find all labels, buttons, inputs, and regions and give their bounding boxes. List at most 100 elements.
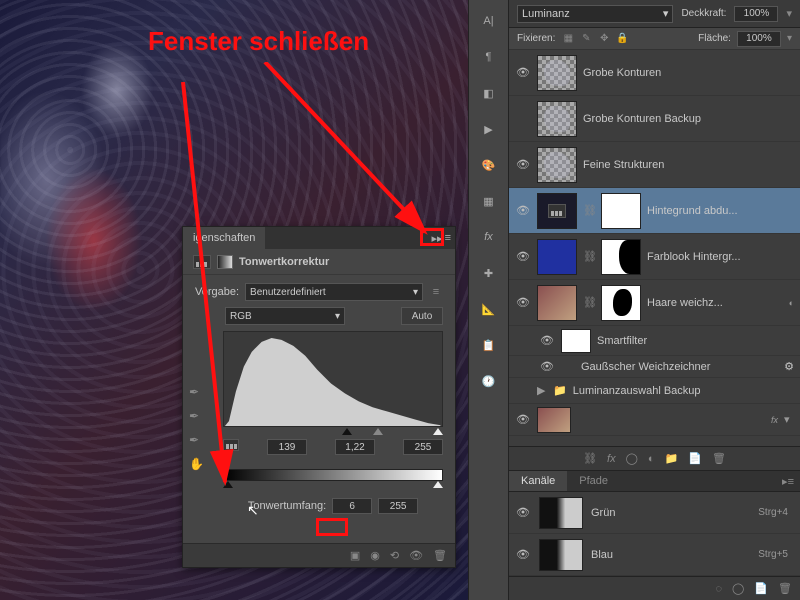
- toggle-visibility-icon[interactable]: 👁: [409, 549, 423, 562]
- layer-row[interactable]: 👁 ⛓ Farblook Hintergr...: [509, 234, 800, 280]
- histogram[interactable]: [223, 331, 443, 427]
- auto-button[interactable]: Auto: [401, 307, 443, 325]
- type-panel-icon[interactable]: A|: [478, 10, 500, 32]
- layer-thumb[interactable]: [537, 147, 577, 183]
- layer-name[interactable]: Grobe Konturen: [583, 67, 794, 79]
- preset-select[interactable]: Benutzerdefiniert▾: [245, 283, 423, 301]
- mask-thumb[interactable]: [601, 193, 641, 229]
- link-icon[interactable]: ⛓: [583, 204, 595, 217]
- delete-layer-icon[interactable]: 🗑: [712, 452, 726, 465]
- fx-expand-icon[interactable]: ▾: [784, 413, 794, 426]
- filter-mask-thumb[interactable]: [561, 329, 591, 353]
- black-point-input[interactable]: [267, 439, 307, 455]
- white-point-slider[interactable]: [433, 428, 443, 435]
- channels-tab[interactable]: Kanäle: [509, 471, 567, 491]
- layer-name[interactable]: Farblook Hintergr...: [647, 251, 794, 263]
- filter-settings-icon[interactable]: ⚙: [784, 360, 794, 373]
- white-point-input[interactable]: [403, 439, 443, 455]
- blend-mode-select[interactable]: Luminanz▾: [517, 5, 673, 23]
- lock-position-icon[interactable]: ✥: [597, 32, 611, 46]
- panel-menu-icon[interactable]: ▸≡: [776, 475, 800, 488]
- notes-panel-icon[interactable]: 📋: [478, 334, 500, 356]
- paragraph-panel-icon[interactable]: ¶: [478, 46, 500, 68]
- output-high-slider[interactable]: [433, 481, 443, 488]
- channel-thumb[interactable]: [539, 497, 583, 529]
- layer-name[interactable]: Hintegrund abdu...: [647, 205, 794, 217]
- layer-thumb[interactable]: [537, 101, 577, 137]
- layer-row[interactable]: 👁 ⛓ Haare weichz... ◐: [509, 280, 800, 326]
- new-group-icon[interactable]: 📁: [665, 452, 679, 465]
- play-panel-icon[interactable]: ▶: [478, 118, 500, 140]
- midtone-slider[interactable]: [373, 428, 383, 435]
- save-selection-icon[interactable]: ◯: [732, 582, 744, 595]
- clone-panel-icon[interactable]: ◧: [478, 82, 500, 104]
- swatches-panel-icon[interactable]: 🎨: [478, 154, 500, 176]
- layer-fx-icon[interactable]: fx: [607, 453, 616, 465]
- delete-channel-icon[interactable]: 🗑: [778, 582, 792, 595]
- new-channel-icon[interactable]: 📄: [754, 582, 768, 595]
- layer-thumb[interactable]: [537, 55, 577, 91]
- visibility-toggle-icon[interactable]: 👁: [515, 295, 531, 311]
- channel-row[interactable]: 👁 Blau Strg+5: [509, 534, 800, 576]
- new-adjustment-icon[interactable]: ◐: [648, 453, 655, 465]
- midtone-input[interactable]: [335, 439, 375, 455]
- add-mask-icon[interactable]: ◯: [626, 452, 638, 465]
- load-selection-icon[interactable]: ◌: [715, 583, 722, 595]
- visibility-toggle-icon[interactable]: 👁: [515, 505, 531, 521]
- styles-panel-icon[interactable]: ▦: [478, 190, 500, 212]
- new-layer-icon[interactable]: 📄: [688, 452, 702, 465]
- mask-thumb[interactable]: [601, 285, 641, 321]
- visibility-toggle-icon[interactable]: 👁: [515, 249, 531, 265]
- visibility-toggle-icon[interactable]: 👁: [515, 157, 531, 173]
- trash-icon[interactable]: 🗑: [433, 549, 447, 562]
- layer-row[interactable]: 👁 fx ▾: [509, 404, 800, 436]
- measure-panel-icon[interactable]: 📐: [478, 298, 500, 320]
- output-slider-track[interactable]: [223, 481, 443, 488]
- visibility-toggle-icon[interactable]: 👁: [515, 203, 531, 219]
- previous-state-icon[interactable]: ◉: [370, 549, 380, 562]
- layer-row[interactable]: Grobe Konturen Backup: [509, 96, 800, 142]
- visibility-toggle-icon[interactable]: 👁: [515, 65, 531, 81]
- smartfilter-item-row[interactable]: 👁 Gaußscher Weichzeichner ⚙: [509, 356, 800, 378]
- link-icon[interactable]: ⛓: [583, 250, 595, 263]
- link-icon[interactable]: ⛓: [583, 296, 595, 309]
- clip-icon[interactable]: ▣: [350, 549, 360, 562]
- layer-row[interactable]: 👁 Grobe Konturen: [509, 50, 800, 96]
- visibility-toggle-icon[interactable]: 👁: [539, 333, 555, 349]
- layer-thumb[interactable]: [537, 407, 571, 433]
- lock-transparency-icon[interactable]: ▦: [561, 32, 575, 46]
- history-panel-icon[interactable]: 🕐: [478, 370, 500, 392]
- preset-menu-icon[interactable]: ≡: [429, 286, 443, 298]
- paths-tab[interactable]: Pfade: [567, 471, 620, 491]
- info-panel-icon[interactable]: ✚: [478, 262, 500, 284]
- visibility-toggle-icon[interactable]: 👁: [539, 359, 555, 375]
- layer-name[interactable]: Grobe Konturen Backup: [583, 113, 794, 125]
- output-low-input[interactable]: [332, 498, 372, 514]
- channel-thumb[interactable]: [539, 539, 583, 571]
- opacity-input[interactable]: 100%: [734, 6, 778, 22]
- link-layers-icon[interactable]: ⛓: [583, 452, 597, 465]
- visibility-toggle-icon[interactable]: [515, 383, 531, 399]
- layers-list[interactable]: 👁 Grobe Konturen Grobe Konturen Backup 👁…: [509, 50, 800, 446]
- layer-row[interactable]: 👁 Feine Strukturen: [509, 142, 800, 188]
- mask-thumb[interactable]: [601, 239, 641, 275]
- group-name[interactable]: Luminanzauswahl Backup: [573, 385, 794, 397]
- lock-paint-icon[interactable]: ✎: [579, 32, 593, 46]
- input-slider-track[interactable]: [223, 428, 443, 435]
- layer-name[interactable]: Haare weichz...: [647, 297, 783, 309]
- fx-badge[interactable]: ◐: [789, 298, 794, 308]
- output-gradient[interactable]: [223, 469, 443, 481]
- layer-group-row[interactable]: ▶ 📁 Luminanzauswahl Backup: [509, 378, 800, 404]
- group-expand-icon[interactable]: ▶: [537, 384, 547, 397]
- channels-list[interactable]: 👁 Grün Strg+4 👁 Blau Strg+5: [509, 492, 800, 576]
- fx-label[interactable]: fx: [771, 415, 778, 425]
- visibility-toggle-icon[interactable]: [515, 111, 531, 127]
- smartfilter-name[interactable]: Gaußscher Weichzeichner: [561, 361, 778, 373]
- smartfilter-row[interactable]: 👁 Smartfilter: [509, 326, 800, 356]
- visibility-toggle-icon[interactable]: 👁: [515, 547, 531, 563]
- layer-row[interactable]: 👁 ⛓ Hintegrund abdu...: [509, 188, 800, 234]
- reset-icon[interactable]: ⟲: [390, 549, 399, 562]
- channel-row[interactable]: 👁 Grün Strg+4: [509, 492, 800, 534]
- black-point-slider[interactable]: [342, 428, 352, 435]
- smart-object-thumb[interactable]: [537, 285, 577, 321]
